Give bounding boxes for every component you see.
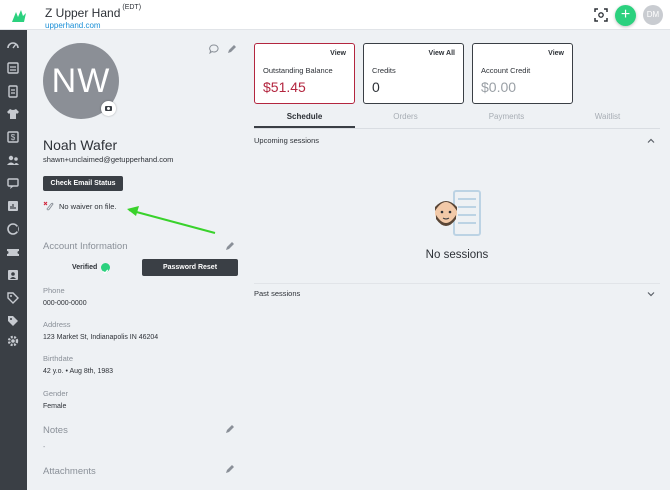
chevron-down-icon[interactable] <box>647 290 655 298</box>
edit-notes-icon[interactable] <box>225 424 235 434</box>
tab-orders[interactable]: Orders <box>355 112 456 121</box>
waiver-missing-icon <box>43 201 54 211</box>
tags-icon[interactable] <box>6 291 20 305</box>
attachments-title: Attachments <box>43 466 96 477</box>
annotation-arrow-icon <box>127 206 216 234</box>
address-value: 123 Market St, Indianapolis IN 46204 <box>43 334 159 341</box>
credits-value: 0 <box>372 79 380 95</box>
client-name: Noah Wafer <box>43 137 118 153</box>
address-label: Address <box>43 320 71 329</box>
verified-label: Verified <box>72 264 98 271</box>
marketing-icon[interactable] <box>6 222 20 236</box>
view-account-credit-link[interactable]: View <box>548 50 564 57</box>
client-tabs: Schedule Orders Payments Waitlist <box>254 110 660 129</box>
client-profile: NW Noah Wafer shawn+unclaimed@getupperha… <box>27 30 247 490</box>
active-tab-indicator <box>254 126 355 128</box>
brand[interactable]: Z Upper Hand (EDT) upperhand.com <box>45 4 141 30</box>
contacts-icon[interactable] <box>6 268 20 282</box>
outstanding-balance-label: Outstanding Balance <box>263 66 333 75</box>
tickets-icon[interactable] <box>6 245 20 259</box>
chevron-up-icon[interactable] <box>647 137 655 145</box>
phone-label: Phone <box>43 286 65 295</box>
notes-title: Notes <box>43 425 68 436</box>
gender-value: Female <box>43 403 67 410</box>
dashboard-icon[interactable] <box>6 38 20 52</box>
top-bar: Z Upper Hand (EDT) upperhand.com + DM <box>0 0 670 30</box>
outstanding-balance-value: $51.45 <box>263 79 306 95</box>
camera-icon[interactable] <box>101 101 116 116</box>
credits-card: View All Credits 0 <box>363 43 464 104</box>
view-balance-link[interactable]: View <box>330 50 346 57</box>
birthdate-value: 42 y.o. • Aug 8th, 1983 <box>43 368 114 375</box>
dollar-icon[interactable]: $ <box>6 130 20 144</box>
business-url[interactable]: upperhand.com <box>45 21 141 30</box>
no-sessions-text: No sessions <box>425 249 489 261</box>
edit-icon[interactable] <box>227 44 237 54</box>
edit-attachments-icon[interactable] <box>225 464 235 474</box>
view-all-credits-link[interactable]: View All <box>429 50 455 57</box>
credits-label: Credits <box>372 66 396 75</box>
account-credit-value: $0.00 <box>481 79 517 95</box>
check-email-status-button[interactable]: Check Email Status <box>43 176 123 191</box>
phone-value: 000-000-0000 <box>43 300 87 307</box>
edit-account-icon[interactable] <box>225 241 235 251</box>
team-icon[interactable] <box>6 153 20 167</box>
timezone: (EDT) <box>122 4 142 11</box>
side-nav: $ <box>0 30 27 490</box>
business-name: Z Upper Hand <box>45 6 121 20</box>
notes-value: - <box>43 444 46 451</box>
check-circle-icon <box>101 263 110 275</box>
outstanding-balance-card: View Outstanding Balance $51.45 <box>254 43 355 104</box>
comment-icon[interactable] <box>209 44 219 54</box>
account-credit-card: View Account Credit $0.00 <box>472 43 573 104</box>
tab-waitlist[interactable]: Waitlist <box>557 112 658 121</box>
past-sessions-header[interactable]: Past sessions <box>254 289 300 298</box>
apparel-icon[interactable] <box>6 107 20 121</box>
add-button[interactable]: + <box>615 5 636 26</box>
client-email: shawn+unclaimed@getupperhand.com <box>43 155 174 164</box>
scan-icon[interactable] <box>594 8 608 22</box>
password-reset-button[interactable]: Password Reset <box>142 259 238 276</box>
tab-payments[interactable]: Payments <box>456 112 557 121</box>
sessions-divider <box>254 283 660 284</box>
upcoming-sessions-header[interactable]: Upcoming sessions <box>254 136 319 145</box>
account-credit-label: Account Credit <box>481 66 531 75</box>
birthdate-label: Birthdate <box>43 354 74 363</box>
coupons-icon[interactable] <box>6 314 20 328</box>
user-avatar[interactable]: DM <box>643 5 663 25</box>
waiver-status: No waiver on file. <box>59 202 117 211</box>
svg-text:$: $ <box>11 133 16 142</box>
messages-icon[interactable] <box>6 176 20 190</box>
gender-label: Gender <box>43 389 69 398</box>
account-information-title: Account Information <box>43 241 128 252</box>
clipboard-icon[interactable] <box>6 84 20 98</box>
upper-hand-logo-icon[interactable] <box>10 8 28 24</box>
settings-icon[interactable] <box>6 334 20 348</box>
tab-schedule[interactable]: Schedule <box>254 112 355 121</box>
reports-icon[interactable] <box>6 199 20 213</box>
calendar-icon[interactable] <box>6 61 20 75</box>
no-sessions-illustration-icon <box>435 190 481 236</box>
